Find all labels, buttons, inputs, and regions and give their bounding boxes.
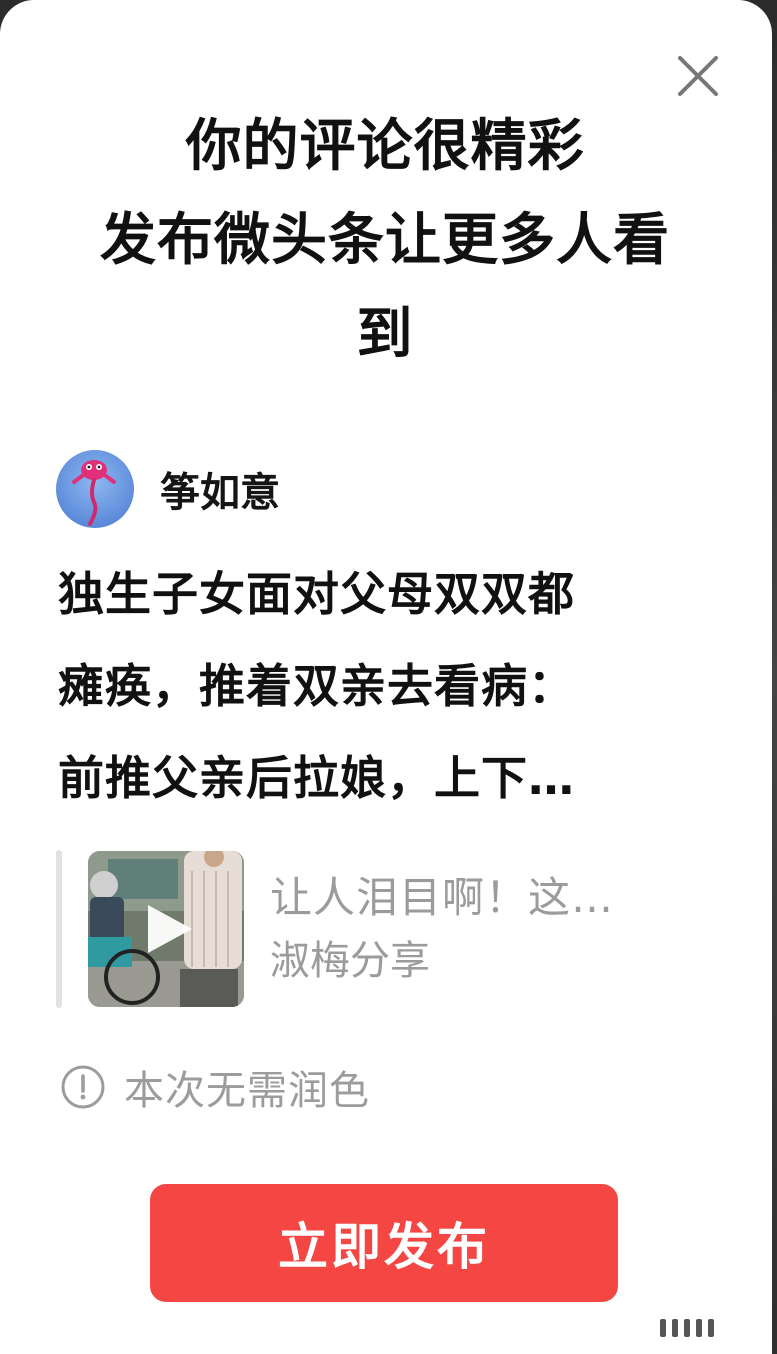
indicator-bar — [660, 1319, 666, 1337]
publish-dialog: 你的评论很精彩 发布微头条让更多人看 到 筝如意 独生子女面对父母双双都 瘫痪，… — [0, 0, 772, 1354]
kite-avatar-icon — [56, 450, 134, 528]
notice-text: 本次无需润色 — [124, 1068, 370, 1114]
post-line-3: 前推父亲后拉娘，上下… — [58, 751, 575, 805]
quoted-video-card[interactable]: 让人泪目啊！这… 淑梅分享 — [56, 850, 726, 1008]
video-thumbnail[interactable] — [88, 851, 244, 1007]
close-icon — [678, 56, 718, 96]
dialog-headline: 你的评论很精彩 发布微头条让更多人看 到 — [40, 100, 730, 382]
indicator-bar — [708, 1319, 714, 1337]
indicator-bar — [696, 1319, 702, 1337]
status-indicator — [660, 1318, 760, 1338]
close-button[interactable] — [672, 50, 724, 102]
quoted-title: 让人泪目啊！这… — [270, 873, 615, 922]
quote-bar — [56, 850, 62, 1008]
polish-notice: 本次无需润色 — [60, 1058, 370, 1116]
post-text: 独生子女面对父母双双都 瘫痪，推着双亲去看病： 前推父亲后拉娘，上下… — [58, 548, 698, 824]
quoted-info: 让人泪目啊！这… 淑梅分享 — [270, 851, 614, 1007]
post-line-1: 独生子女面对父母双双都 — [58, 567, 575, 621]
headline-line-3: 到 — [356, 302, 414, 367]
quoted-source: 淑梅分享 — [270, 938, 430, 984]
avatar[interactable] — [56, 450, 134, 528]
author-row: 筝如意 — [56, 450, 280, 528]
indicator-bar — [672, 1319, 678, 1337]
publish-button[interactable]: 立即发布 — [150, 1184, 618, 1302]
indicator-bar — [684, 1319, 690, 1337]
author-name[interactable]: 筝如意 — [160, 460, 280, 518]
headline-line-1: 你的评论很精彩 — [185, 114, 585, 179]
post-line-2: 瘫痪，推着双亲去看病： — [58, 659, 575, 713]
info-circle-icon — [61, 1065, 105, 1109]
headline-line-2: 发布微头条让更多人看 — [100, 208, 670, 273]
video-play-icon — [148, 905, 192, 953]
